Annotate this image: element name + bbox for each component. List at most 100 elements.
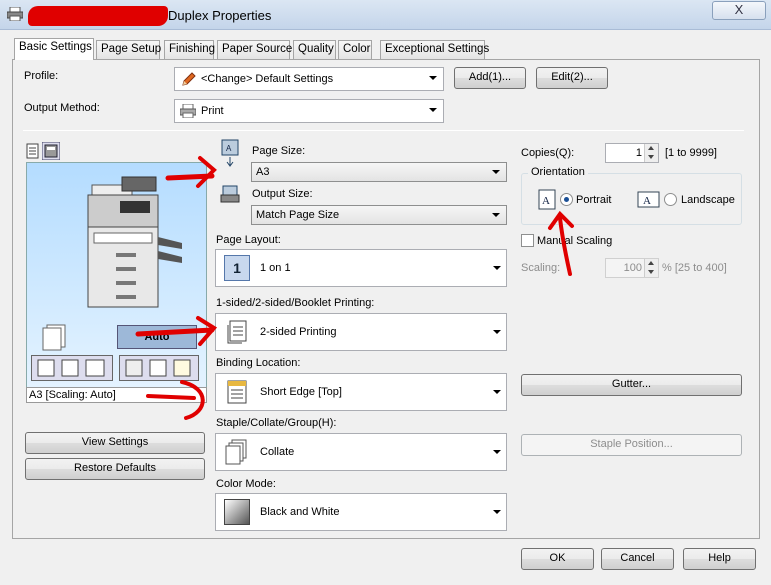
close-button[interactable]: X xyxy=(712,1,766,20)
binding-select[interactable]: Short Edge [Top] xyxy=(215,373,507,411)
output-method-value: Print xyxy=(201,105,224,117)
profile-add-button[interactable]: Add(1)... xyxy=(454,67,526,89)
manual-scaling-label[interactable]: Manual Scaling xyxy=(537,235,612,247)
restore-defaults-button[interactable]: Restore Defaults xyxy=(25,458,205,480)
svg-text:A: A xyxy=(643,195,651,207)
staple-label: Staple/Collate/Group(H): xyxy=(216,417,337,429)
chevron-down-icon xyxy=(492,170,500,174)
chevron-down-icon xyxy=(429,108,437,112)
spin-arrows-icon[interactable] xyxy=(644,259,658,277)
tab-page-setup[interactable]: Page Setup xyxy=(96,40,161,59)
output-size-value: Match Page Size xyxy=(256,209,340,221)
page-view-icon[interactable] xyxy=(26,143,40,159)
portrait-radio[interactable] xyxy=(560,193,573,206)
color-mode-value: Black and White xyxy=(260,506,340,518)
staple-select[interactable]: Collate xyxy=(215,433,507,471)
copies-stepper[interactable]: 1 xyxy=(605,143,659,163)
color-view-icon xyxy=(125,359,191,377)
binding-label: Binding Location: xyxy=(216,357,301,369)
copies-value: 1 xyxy=(635,147,642,159)
tab-paper-source[interactable]: Paper Source xyxy=(217,40,292,59)
profile-label: Profile: xyxy=(24,70,59,82)
window-title: Duplex Properties xyxy=(168,8,272,23)
profile-edit-button[interactable]: Edit(2)... xyxy=(536,67,608,89)
cancel-button[interactable]: Cancel xyxy=(601,548,674,570)
landscape-radio[interactable] xyxy=(664,193,677,206)
page-layout-select[interactable]: 1 1 on 1 xyxy=(215,249,507,287)
help-button[interactable]: Help xyxy=(683,548,756,570)
portrait-label[interactable]: Portrait xyxy=(576,194,611,206)
output-method-label: Output Method: xyxy=(24,102,100,114)
one-on-one-icon: 1 xyxy=(224,255,250,281)
black-and-white-icon xyxy=(224,499,250,525)
spin-arrows-icon[interactable] xyxy=(644,144,658,162)
page-size-select[interactable]: A3 xyxy=(251,162,507,182)
chevron-down-icon xyxy=(493,510,501,514)
collate-icon xyxy=(225,439,247,465)
scaling-label: Scaling: xyxy=(521,262,561,274)
portrait-page-icon: A xyxy=(538,189,556,210)
printer-icon xyxy=(7,7,23,21)
output-size-icon xyxy=(220,185,240,203)
printer-preview: Auto xyxy=(26,162,207,388)
chevron-down-icon xyxy=(493,266,501,270)
landscape-page-icon: A xyxy=(637,191,660,208)
profile-select[interactable]: <Change> Default Settings xyxy=(174,67,444,91)
printer-icon xyxy=(180,104,196,118)
scaling-range: % [25 to 400] xyxy=(662,262,727,274)
color-mode-select[interactable]: Black and White xyxy=(215,493,507,531)
manual-scaling-checkbox[interactable] xyxy=(521,234,534,247)
orientation-title: Orientation xyxy=(528,166,588,178)
page-size-label: Page Size: xyxy=(252,145,306,157)
sided-value: 2-sided Printing xyxy=(260,326,337,338)
profile-value: <Change> Default Settings xyxy=(201,73,334,85)
color-view-toggle[interactable] xyxy=(119,355,199,381)
preview-status: A3 [Scaling: Auto] xyxy=(26,387,207,403)
svg-text:A: A xyxy=(226,144,232,153)
stacked-pages-icon xyxy=(42,324,66,351)
binding-value: Short Edge [Top] xyxy=(260,386,342,398)
auto-scaling-badge: Auto xyxy=(117,325,197,349)
binding-top-icon xyxy=(227,380,247,404)
color-mode-label: Color Mode: xyxy=(216,478,276,490)
output-method-select[interactable]: Print xyxy=(174,99,444,123)
chevron-down-icon xyxy=(492,213,500,217)
printer-device-icon xyxy=(87,176,182,308)
scaling-value: 100 xyxy=(623,262,642,274)
svg-text:A: A xyxy=(542,195,550,207)
separator xyxy=(23,130,744,131)
pencil-icon xyxy=(182,72,196,86)
preview-area: Auto A3 [Scaling: Auto] xyxy=(26,141,207,403)
landscape-label[interactable]: Landscape xyxy=(681,194,735,206)
tab-exceptional-settings[interactable]: Exceptional Settings xyxy=(380,40,489,59)
view-settings-button[interactable]: View Settings xyxy=(25,432,205,454)
staple-position-button[interactable]: Staple Position... xyxy=(521,434,742,456)
title-bar: Duplex Properties X xyxy=(0,0,771,30)
copies-label: Copies(Q): xyxy=(521,147,575,159)
redaction-mark xyxy=(28,6,168,26)
page-size-value: A3 xyxy=(256,166,270,178)
printer-view-icon[interactable] xyxy=(42,142,60,160)
chevron-down-icon xyxy=(493,390,501,394)
output-size-select[interactable]: Match Page Size xyxy=(251,205,507,225)
page-size-icon: A xyxy=(221,139,239,167)
scaling-stepper[interactable]: 100 xyxy=(605,258,659,278)
chevron-down-icon xyxy=(429,76,437,80)
output-view-icon xyxy=(37,359,105,377)
page-layout-label: Page Layout: xyxy=(216,234,281,246)
output-view-toggle[interactable] xyxy=(31,355,113,381)
ok-button[interactable]: OK xyxy=(521,548,594,570)
staple-value: Collate xyxy=(260,446,295,458)
tab-basic-settings[interactable]: Basic Settings xyxy=(14,38,94,60)
chevron-down-icon xyxy=(493,330,501,334)
copies-range: [1 to 9999] xyxy=(665,147,717,159)
output-size-label: Output Size: xyxy=(252,188,313,200)
sided-select[interactable]: 2-sided Printing xyxy=(215,313,507,351)
chevron-down-icon xyxy=(493,450,501,454)
gutter-button[interactable]: Gutter... xyxy=(521,374,742,396)
sided-label: 1-sided/2-sided/Booklet Printing: xyxy=(216,297,375,309)
tab-color[interactable]: Color xyxy=(338,40,372,59)
tab-finishing[interactable]: Finishing xyxy=(164,40,215,59)
tab-quality[interactable]: Quality xyxy=(293,40,336,59)
page-layout-value: 1 on 1 xyxy=(260,262,291,274)
